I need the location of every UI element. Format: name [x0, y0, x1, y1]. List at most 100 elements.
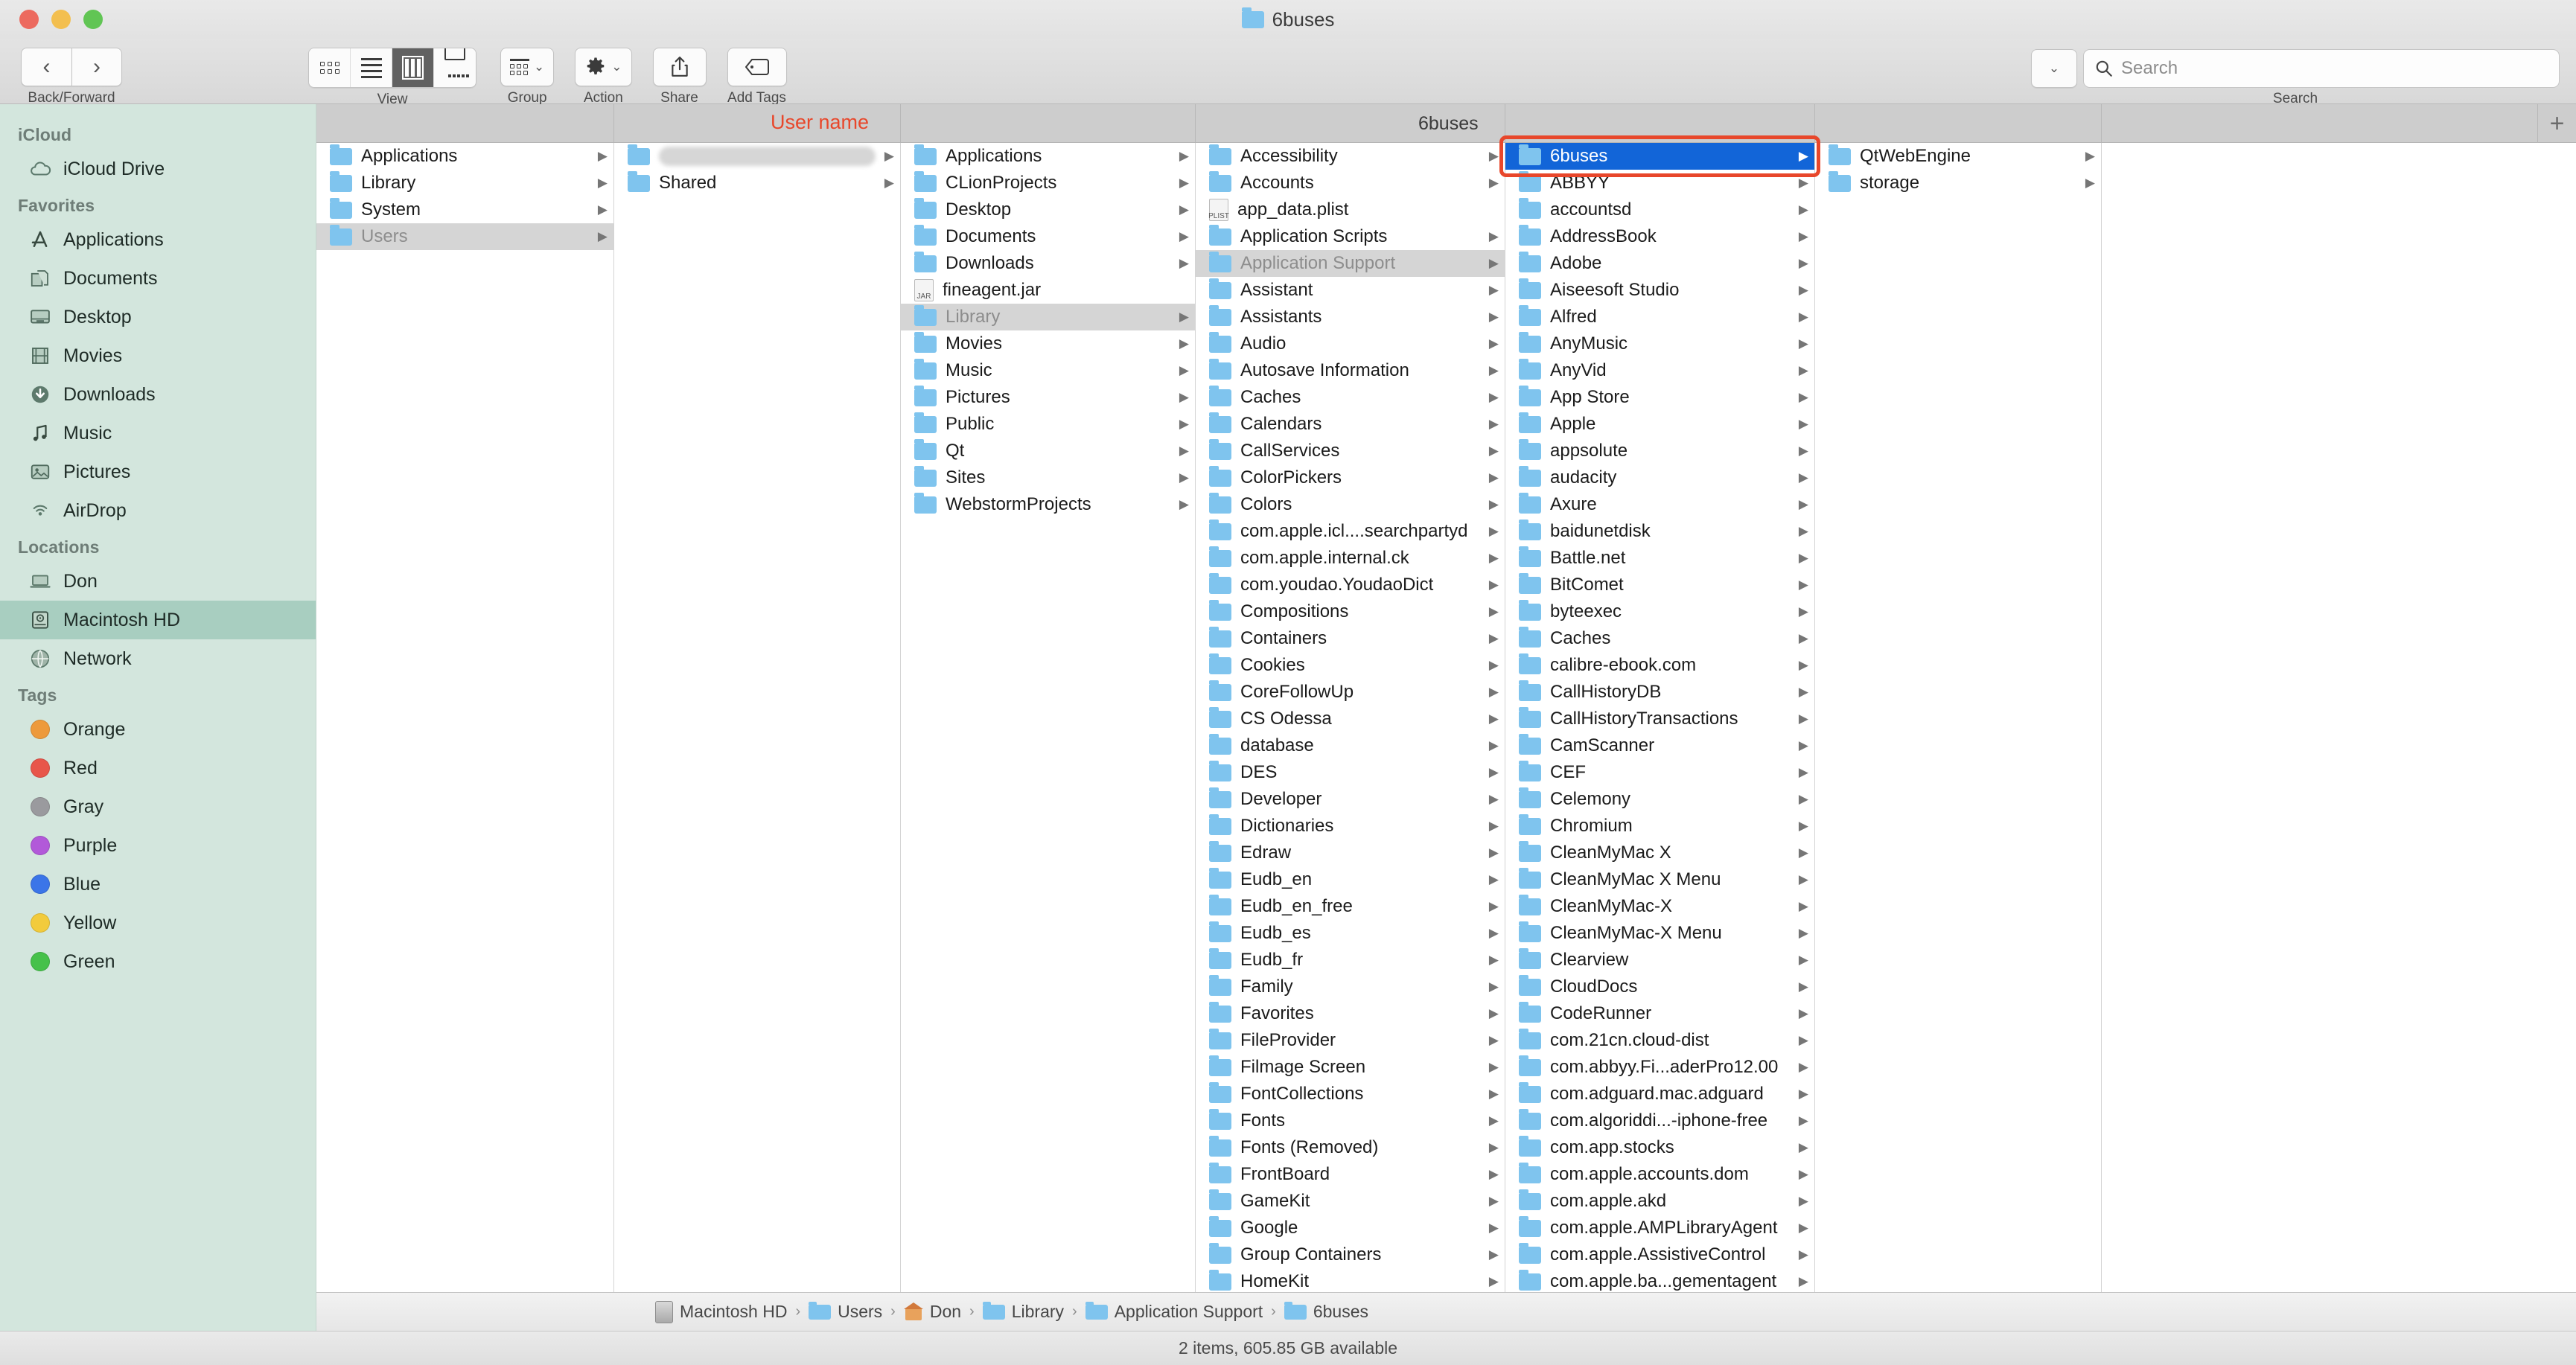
search-scope-dropdown[interactable]: ⌄: [2031, 49, 2077, 88]
sidebar-item-don[interactable]: Don: [0, 562, 316, 601]
sidebar-item-yellow[interactable]: Yellow: [0, 904, 316, 942]
file-row[interactable]: CoreFollowUp ▶: [1196, 679, 1505, 706]
file-row[interactable]: CallHistoryTransactions ▶: [1505, 706, 1814, 732]
forward-button[interactable]: ›: [71, 48, 122, 86]
file-row[interactable]: JAR fineagent.jar: [901, 277, 1195, 304]
file-row[interactable]: HomeKit ▶: [1196, 1268, 1505, 1292]
file-row[interactable]: Filmage Screen ▶: [1196, 1054, 1505, 1081]
file-row[interactable]: com.apple.internal.ck ▶: [1196, 545, 1505, 572]
file-row[interactable]: Music ▶: [901, 357, 1195, 384]
file-row[interactable]: Applications ▶: [901, 143, 1195, 170]
sidebar-item-music[interactable]: Music: [0, 414, 316, 453]
sidebar-item-movies[interactable]: Movies: [0, 336, 316, 375]
file-row[interactable]: Axure ▶: [1505, 491, 1814, 518]
file-row[interactable]: Shared ▶: [614, 170, 900, 196]
search-field[interactable]: Search: [2083, 49, 2560, 88]
sidebar-item-applications[interactable]: Applications: [0, 220, 316, 259]
group-button[interactable]: ⌄: [500, 48, 555, 86]
file-row[interactable]: CleanMyMac X ▶: [1505, 840, 1814, 866]
file-row[interactable]: CodeRunner ▶: [1505, 1000, 1814, 1027]
file-row[interactable]: com.adguard.mac.adguard ▶: [1505, 1081, 1814, 1107]
file-row[interactable]: ABBYY ▶: [1505, 170, 1814, 196]
file-row[interactable]: Desktop ▶: [901, 196, 1195, 223]
file-row[interactable]: Edraw ▶: [1196, 840, 1505, 866]
file-row[interactable]: CEF ▶: [1505, 759, 1814, 786]
file-row[interactable]: FileProvider ▶: [1196, 1027, 1505, 1054]
file-row[interactable]: Eudb_es ▶: [1196, 920, 1505, 947]
file-row[interactable]: Chromium ▶: [1505, 813, 1814, 840]
file-row[interactable]: CallServices ▶: [1196, 438, 1505, 464]
file-row[interactable]: Public ▶: [901, 411, 1195, 438]
file-row[interactable]: WebstormProjects ▶: [901, 491, 1195, 518]
icon-view-button[interactable]: [309, 48, 351, 87]
file-row[interactable]: FontCollections ▶: [1196, 1081, 1505, 1107]
file-row[interactable]: Accessibility ▶: [1196, 143, 1505, 170]
breadcrumb-item[interactable]: Library: [982, 1301, 1064, 1322]
file-row[interactable]: Autosave Information ▶: [1196, 357, 1505, 384]
file-row[interactable]: Sites ▶: [901, 464, 1195, 491]
file-row[interactable]: Celemony ▶: [1505, 786, 1814, 813]
file-row[interactable]: CamScanner ▶: [1505, 732, 1814, 759]
file-row[interactable]: storage ▶: [1815, 170, 2101, 196]
file-row[interactable]: calibre-ebook.com ▶: [1505, 652, 1814, 679]
file-row[interactable]: Clearview ▶: [1505, 947, 1814, 974]
add-tags-button[interactable]: [727, 48, 787, 86]
file-row[interactable]: appsolute ▶: [1505, 438, 1814, 464]
sidebar-item-documents[interactable]: Documents: [0, 259, 316, 298]
file-row[interactable]: Fonts ▶: [1196, 1107, 1505, 1134]
file-row[interactable]: ▶: [614, 143, 900, 170]
file-row[interactable]: audacity ▶: [1505, 464, 1814, 491]
file-row[interactable]: CleanMyMac-X ▶: [1505, 893, 1814, 920]
file-row[interactable]: FrontBoard ▶: [1196, 1161, 1505, 1188]
file-row[interactable]: Assistants ▶: [1196, 304, 1505, 330]
file-row[interactable]: Caches ▶: [1505, 625, 1814, 652]
file-row[interactable]: Accounts ▶: [1196, 170, 1505, 196]
file-row[interactable]: Eudb_fr ▶: [1196, 947, 1505, 974]
file-row[interactable]: Dictionaries ▶: [1196, 813, 1505, 840]
file-row[interactable]: com.21cn.cloud-dist ▶: [1505, 1027, 1814, 1054]
file-row[interactable]: com.apple.AMPLibraryAgent ▶: [1505, 1215, 1814, 1241]
file-row[interactable]: com.apple.icl....searchpartyd ▶: [1196, 518, 1505, 545]
file-row[interactable]: Battle.net ▶: [1505, 545, 1814, 572]
gallery-view-button[interactable]: [434, 48, 476, 87]
sidebar-item-pictures[interactable]: Pictures: [0, 453, 316, 491]
breadcrumb-item[interactable]: Users: [809, 1301, 882, 1322]
file-row[interactable]: baidunetdisk ▶: [1505, 518, 1814, 545]
file-row[interactable]: Library ▶: [901, 304, 1195, 330]
file-row[interactable]: com.abbyy.Fi...aderPro12.00 ▶: [1505, 1054, 1814, 1081]
file-row[interactable]: com.apple.AssistiveControl ▶: [1505, 1241, 1814, 1268]
sidebar-item-purple[interactable]: Purple: [0, 826, 316, 865]
file-row[interactable]: CallHistoryDB ▶: [1505, 679, 1814, 706]
file-row[interactable]: Application Scripts ▶: [1196, 223, 1505, 250]
action-button[interactable]: ⌄: [575, 48, 632, 86]
sidebar-item-orange[interactable]: Orange: [0, 710, 316, 749]
file-row[interactable]: com.app.stocks ▶: [1505, 1134, 1814, 1161]
file-row[interactable]: Apple ▶: [1505, 411, 1814, 438]
file-row[interactable]: CS Odessa ▶: [1196, 706, 1505, 732]
file-row[interactable]: ColorPickers ▶: [1196, 464, 1505, 491]
sidebar-item-blue[interactable]: Blue: [0, 865, 316, 904]
sidebar-item-red[interactable]: Red: [0, 749, 316, 787]
file-row[interactable]: com.apple.akd ▶: [1505, 1188, 1814, 1215]
add-column-button[interactable]: +: [2537, 104, 2576, 143]
file-row[interactable]: CloudDocs ▶: [1505, 974, 1814, 1000]
file-row[interactable]: com.youdao.YoudaoDict ▶: [1196, 572, 1505, 598]
file-row[interactable]: Aiseesoft Studio ▶: [1505, 277, 1814, 304]
file-row[interactable]: com.apple.ba...gementagent ▶: [1505, 1268, 1814, 1292]
file-row[interactable]: Google ▶: [1196, 1215, 1505, 1241]
sidebar-item-icloud-drive[interactable]: iCloud Drive: [0, 150, 316, 188]
file-row[interactable]: Group Containers ▶: [1196, 1241, 1505, 1268]
file-row[interactable]: Users ▶: [316, 223, 613, 250]
file-row[interactable]: Pictures ▶: [901, 384, 1195, 411]
file-row[interactable]: Applications ▶: [316, 143, 613, 170]
file-row[interactable]: PLIST app_data.plist: [1196, 196, 1505, 223]
file-row[interactable]: Qt ▶: [901, 438, 1195, 464]
sidebar-item-network[interactable]: Network: [0, 639, 316, 678]
list-view-button[interactable]: [351, 48, 392, 87]
file-row[interactable]: Cookies ▶: [1196, 652, 1505, 679]
file-row[interactable]: CleanMyMac X Menu ▶: [1505, 866, 1814, 893]
file-row[interactable]: Eudb_en_free ▶: [1196, 893, 1505, 920]
file-row[interactable]: Alfred ▶: [1505, 304, 1814, 330]
file-row[interactable]: CLionProjects ▶: [901, 170, 1195, 196]
file-row[interactable]: Audio ▶: [1196, 330, 1505, 357]
